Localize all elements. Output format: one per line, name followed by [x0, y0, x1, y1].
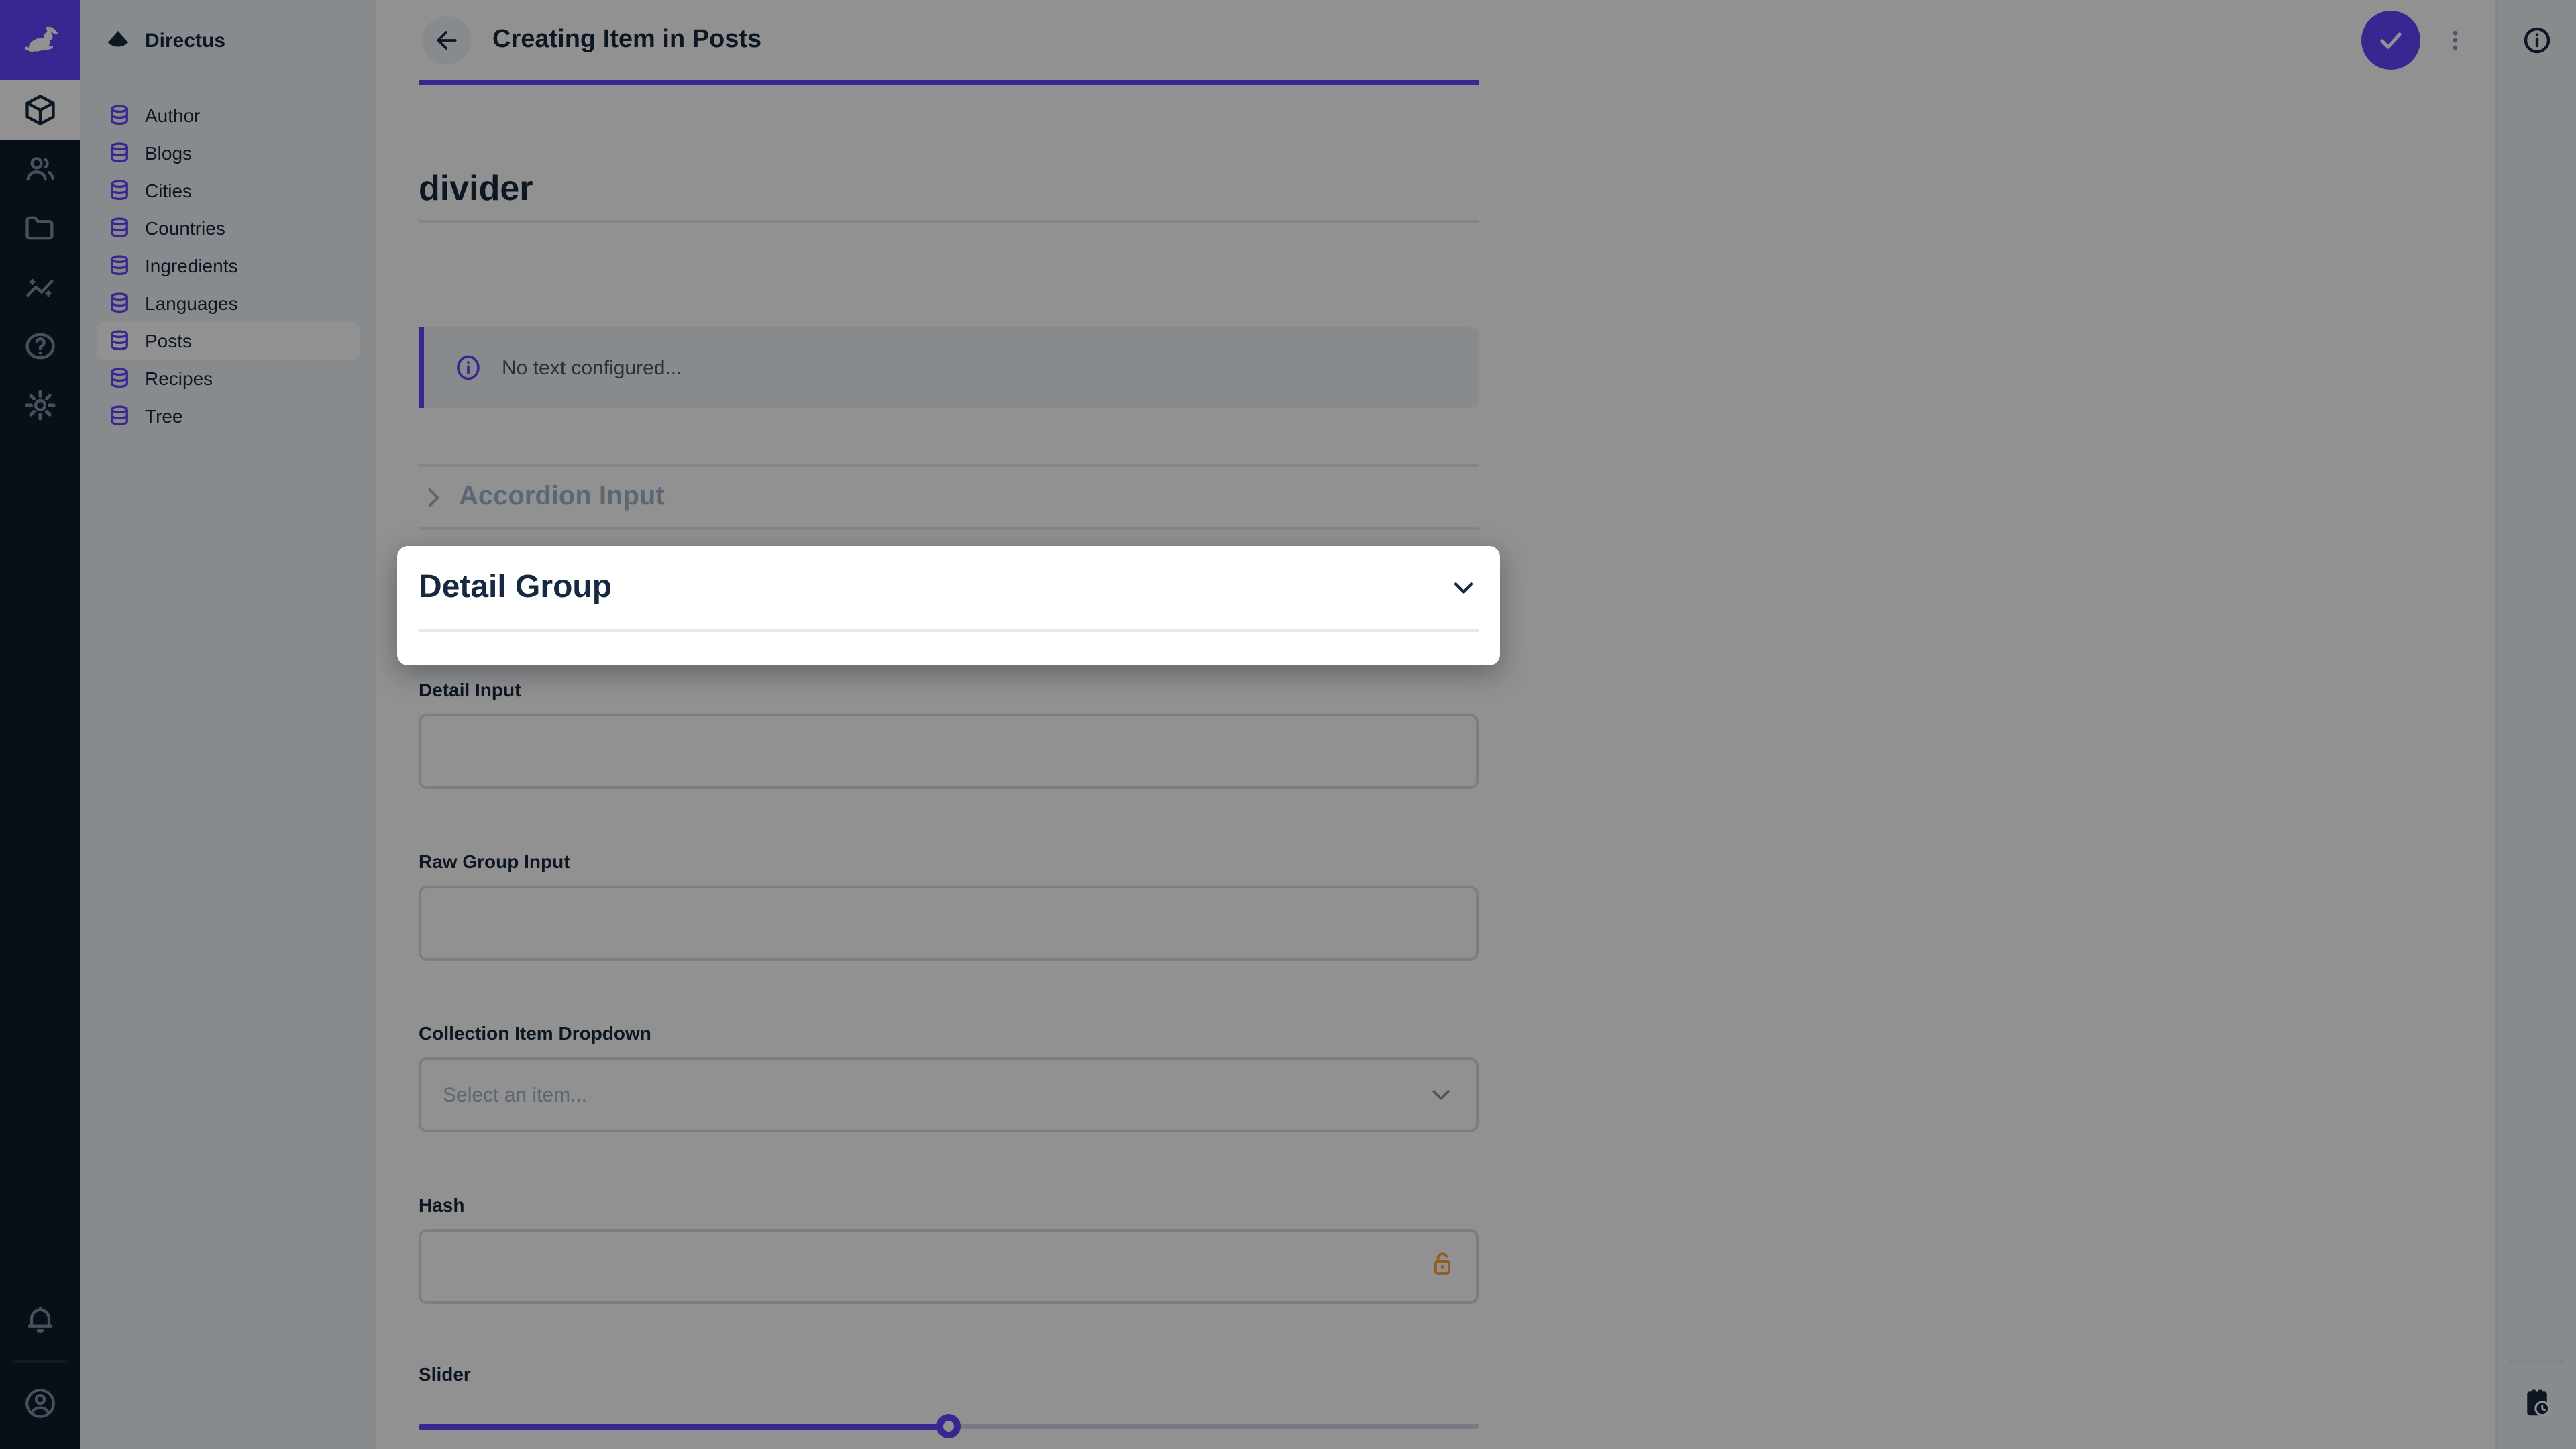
detail-group-title: Detail Group [419, 569, 612, 606]
chevron-down-icon [1449, 573, 1479, 602]
detail-group-card: Detail Group [397, 546, 1500, 665]
detail-group-header[interactable]: Detail Group [419, 546, 1479, 632]
spotlight-overlay [0, 0, 2576, 1449]
